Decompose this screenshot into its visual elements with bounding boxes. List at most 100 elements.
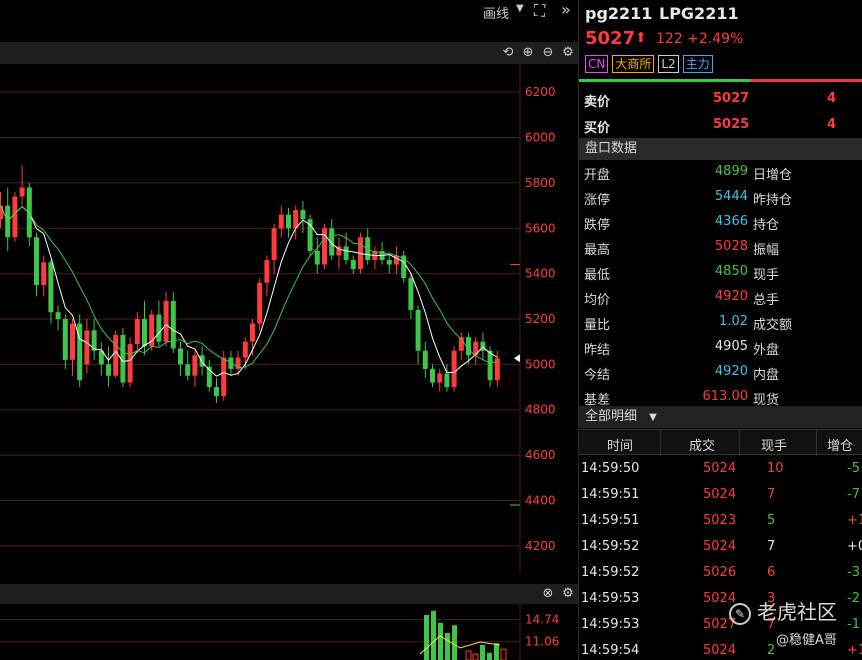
- trade-increase: +0: [847, 539, 862, 554]
- col-price: 成交: [689, 439, 716, 454]
- trade-detail-dropdown[interactable]: 全部明细 ▼: [579, 406, 862, 428]
- fullscreen-icon[interactable]: ⛶: [534, 1, 545, 21]
- candle-body: [156, 314, 162, 342]
- y-tick-label: 5200: [525, 312, 556, 326]
- candle-body: [430, 368, 435, 383]
- community-watermark: ✎ 老虎社区: [729, 596, 837, 625]
- undo-icon[interactable]: ⟲: [500, 45, 516, 61]
- trade-volume: 10: [767, 461, 784, 476]
- volume-bar: [500, 648, 507, 660]
- market-data-row: 跌停 4366 持仓: [579, 210, 862, 235]
- watermark-brand: 老虎社区: [757, 600, 837, 624]
- sell-price: 5027: [713, 91, 750, 106]
- trade-row[interactable]: 14:59:51 5024 7 -7: [579, 482, 862, 508]
- candle-body: [264, 260, 270, 283]
- data-value: 4905: [714, 339, 748, 354]
- data-label: 最低: [584, 268, 611, 283]
- double-chevron-right-icon[interactable]: »: [561, 0, 571, 19]
- trade-time: 14:59:51: [581, 513, 640, 528]
- data-label: 涨停: [584, 193, 611, 208]
- trade-increase: +1: [847, 643, 862, 658]
- candle-body: [386, 260, 392, 265]
- trade-increase: -3: [847, 565, 860, 580]
- candle-body: [401, 255, 407, 279]
- candle-body: [163, 300, 169, 342]
- draw-line-button[interactable]: 画线: [483, 3, 509, 22]
- data-label: 最高: [584, 243, 611, 258]
- data-label: 开盘: [584, 168, 611, 183]
- trade-time: 14:59:53: [581, 617, 640, 632]
- candle-body: [350, 260, 356, 270]
- caret-down-icon: ▼: [649, 412, 657, 423]
- zoom-in-icon[interactable]: ⊕: [520, 45, 536, 61]
- data-value: 5028: [714, 239, 748, 254]
- caret-down-icon[interactable]: ▼: [516, 3, 524, 14]
- candle-body: [55, 312, 61, 319]
- trade-volume: 7: [767, 487, 776, 502]
- trade-increase: -2: [847, 591, 860, 606]
- candle-body: [178, 348, 183, 365]
- candle-body: [127, 343, 133, 383]
- market-data-row: 开盘 4899 日增仓: [579, 160, 862, 185]
- trade-price: 5024: [703, 461, 737, 476]
- candle-body: [199, 355, 205, 367]
- trade-time: 14:59:50: [581, 461, 640, 476]
- data-label: 跌停: [584, 218, 611, 233]
- volume-bar: [452, 625, 457, 660]
- candle-body: [221, 357, 227, 397]
- volume-chart[interactable]: 14.74 11.06: [0, 604, 578, 660]
- volume-bar: [494, 643, 499, 660]
- y-tick-label: 4600: [525, 448, 556, 462]
- volume-bar: [424, 615, 429, 660]
- gear-icon[interactable]: ⚙: [560, 45, 576, 61]
- candle-body: [257, 282, 263, 324]
- trade-row[interactable]: 14:59:50 5024 10 -5: [579, 456, 862, 482]
- y-tick-label: 5800: [525, 176, 556, 190]
- candle-body: [214, 387, 219, 397]
- volume-bar: [445, 633, 450, 660]
- data-label-2: 成交额: [753, 318, 793, 333]
- tag-badge: 大商所: [612, 55, 655, 73]
- trade-time: 14:59:52: [581, 565, 640, 580]
- candle-body: [12, 196, 18, 238]
- trade-row[interactable]: 14:59:52 5026 6 -3: [579, 560, 862, 586]
- candle-body: [422, 350, 428, 369]
- trade-increase: -1: [847, 617, 860, 632]
- trade-volume: 5: [767, 513, 776, 528]
- candle-body: [278, 214, 284, 229]
- trade-volume: 6: [767, 565, 776, 580]
- gear-icon[interactable]: ⚙: [560, 586, 576, 602]
- sell-label: 卖价: [584, 95, 611, 110]
- candle-body: [242, 341, 248, 358]
- data-value: 1.02: [719, 314, 748, 329]
- candle-body: [415, 309, 421, 351]
- candle-body: [451, 350, 457, 388]
- y-tick-label: 6000: [525, 131, 556, 145]
- close-icon[interactable]: ⊗: [540, 586, 556, 602]
- data-label-2: 现手: [753, 268, 780, 283]
- y-tick-label: 5000: [525, 357, 556, 371]
- buy-ratio-bar: [579, 79, 751, 82]
- candle-body: [314, 250, 320, 265]
- main-pane-header: ⟲ ⊕ ⊖ ⚙: [0, 42, 578, 64]
- last-price-marker: [514, 354, 520, 363]
- candle-body: [343, 246, 349, 261]
- data-label-2: 内盘: [753, 368, 780, 383]
- y-tick-label: 4200: [525, 539, 556, 553]
- candlestick-chart[interactable]: 6200 6000 5800 5600 5400 5200 5000 4800 4600 4400…: [0, 64, 578, 584]
- candle-body: [41, 262, 47, 285]
- candle-body: [70, 323, 75, 360]
- trade-row[interactable]: 14:59:52 5024 7 +0: [579, 534, 862, 560]
- zoom-out-icon[interactable]: ⊖: [540, 45, 556, 61]
- market-data-row: 涨停 5444 昨持仓: [579, 185, 862, 210]
- market-data-row: 最高 5028 振幅: [579, 235, 862, 260]
- trade-volume: 2: [767, 643, 776, 658]
- trade-row[interactable]: 14:59:51 5023 5 +1: [579, 508, 862, 534]
- candle-body: [408, 278, 414, 310]
- last-price: 5027: [585, 28, 636, 49]
- price-change: 122 +2.49%: [656, 31, 744, 47]
- tiger-logo-icon: ✎: [729, 602, 751, 625]
- trade-price: 5024: [703, 487, 737, 502]
- candle-body: [192, 355, 198, 376]
- sell-ratio-bar: [751, 79, 862, 82]
